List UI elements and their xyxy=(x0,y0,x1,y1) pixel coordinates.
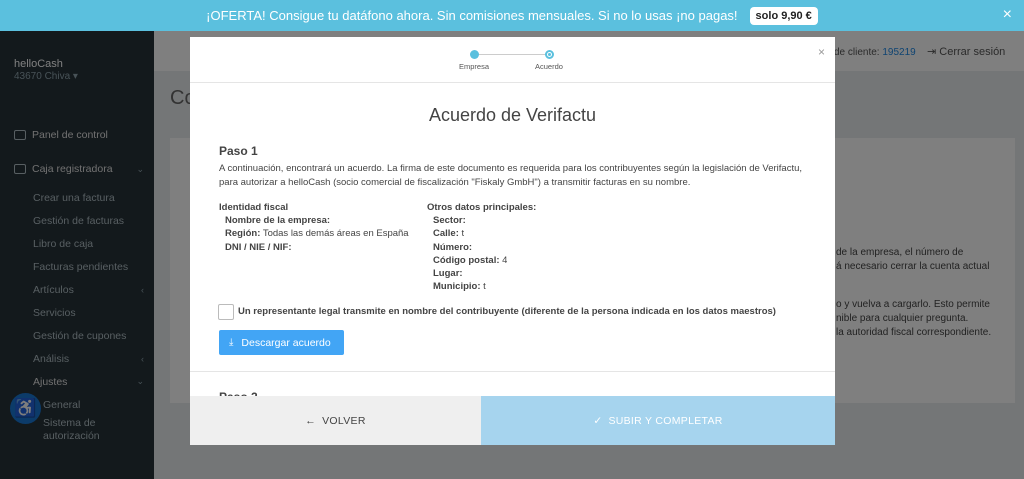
nif-label: DNI / NIE / NIF: xyxy=(225,241,292,253)
redacted-value xyxy=(294,241,380,253)
download-agreement-button[interactable]: ⤓ Descargar acuerdo xyxy=(219,330,344,355)
redacted-value xyxy=(332,215,418,227)
download-label: Descargar acuerdo xyxy=(241,336,331,349)
postal-row: Código postal: 4 xyxy=(427,254,663,267)
checkbox-label[interactable]: Un representante legal transmite en nomb… xyxy=(238,306,776,317)
modal-title: Acuerdo de Verifactu xyxy=(428,105,597,125)
step-dot-empresa xyxy=(470,50,479,59)
back-label: VOLVER xyxy=(322,414,366,427)
divider xyxy=(190,82,835,83)
step-label-acuerdo: Acuerdo xyxy=(535,62,563,71)
verifactu-modal: × Empresa Acuerdo Acuerdo de Verifactu P… xyxy=(190,37,835,445)
region-value: Todas las demás áreas en España xyxy=(262,228,409,240)
step-label-empresa: Empresa xyxy=(459,62,490,71)
number-row: Número: xyxy=(427,241,662,254)
step-dot-acuerdo xyxy=(545,50,554,59)
company-row: Nombre de la empresa: xyxy=(219,214,418,227)
arrow-left-icon: ← xyxy=(305,414,317,427)
sector-row: Sector: xyxy=(427,214,662,227)
stepper: Empresa Acuerdo xyxy=(190,50,835,74)
check-icon: ✓ xyxy=(593,414,603,427)
redacted-value xyxy=(485,281,641,293)
promo-banner: ¡OFERTA! Consigue tu datáfono ahora. Sin… xyxy=(0,0,1024,31)
close-icon[interactable]: × xyxy=(1003,6,1012,24)
promo-text: ¡OFERTA! Consigue tu datáfono ahora. Sin… xyxy=(206,8,738,23)
promo-price-badge[interactable]: solo 9,90 € xyxy=(749,6,818,25)
street-label: Calle: xyxy=(433,228,459,240)
submit-label: SUBIR Y COMPLETAR xyxy=(608,414,723,427)
municipality-row: Municipio: t xyxy=(427,280,662,293)
submit-complete-button[interactable]: ✓ SUBIR Y COMPLETAR xyxy=(481,396,835,445)
divider xyxy=(190,371,835,372)
download-icon: ⤓ xyxy=(229,337,234,348)
modal-footer: ← VOLVER ✓ SUBIR Y COMPLETAR xyxy=(190,396,835,445)
place-row: Lugar: xyxy=(427,267,662,280)
company-label: Nombre de la empresa: xyxy=(225,215,331,227)
place-label: Lugar: xyxy=(433,268,463,280)
redacted-value xyxy=(465,268,621,279)
redacted-value xyxy=(468,215,624,227)
other-data: Otros datos principales: Sector: Calle: … xyxy=(427,201,663,293)
legal-representative-checkbox[interactable] xyxy=(218,304,234,320)
fiscal-identity: Identidad fiscal Nombre de la empresa: R… xyxy=(219,201,418,254)
street-row: Calle: t xyxy=(427,227,662,240)
redacted-value xyxy=(474,241,630,253)
stepper-line xyxy=(475,54,549,55)
intro-text: A continuación, encontrará un acuerdo. L… xyxy=(219,163,803,188)
postal-label: Código postal: xyxy=(433,254,500,266)
nif-row: DNI / NIE / NIF: xyxy=(219,241,418,254)
fiscal-heading: Identidad fiscal xyxy=(219,202,289,213)
region-row: Región: Todas las demás áreas en España xyxy=(219,227,418,240)
redacted-value xyxy=(464,228,620,240)
step1-heading: Paso 1 xyxy=(219,144,258,158)
municipality-label: Municipio: xyxy=(433,281,481,293)
sector-label: Sector: xyxy=(433,215,466,227)
redacted-value xyxy=(507,254,663,266)
number-label: Número: xyxy=(433,241,473,253)
region-label: Región: xyxy=(225,228,261,240)
other-heading: Otros datos principales: xyxy=(427,202,537,213)
back-button[interactable]: ← VOLVER xyxy=(190,396,481,445)
